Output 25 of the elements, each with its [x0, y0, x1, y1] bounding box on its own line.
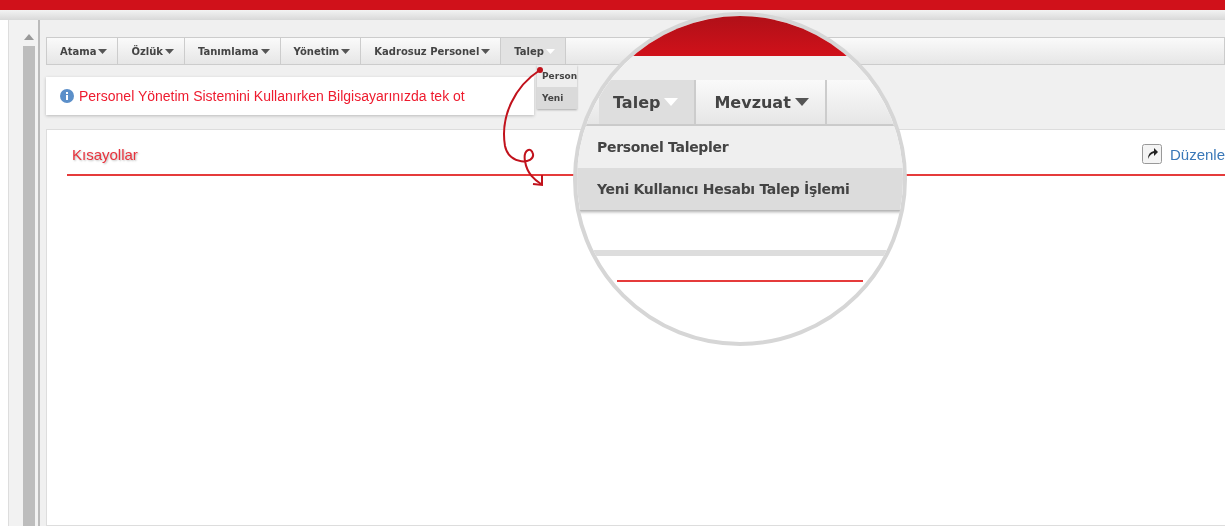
- caret-icon: [546, 48, 555, 54]
- menu-tab[interactable]: Özlük: [118, 38, 185, 64]
- info-icon: [60, 89, 74, 103]
- dropdown-item[interactable]: Yeni Kullanıcı Hesabı Talep İşlemi: [577, 168, 903, 210]
- caret-icon: [794, 98, 809, 106]
- dropdown-item[interactable]: Yeni: [537, 87, 577, 109]
- menu-tab[interactable]: Talep: [501, 38, 566, 64]
- panel-title: Kısayollar: [72, 145, 138, 163]
- menu-tab[interactable]: Yönetim: [280, 38, 362, 64]
- menu-tab[interactable]: Mevzuat: [696, 80, 827, 124]
- edit-link[interactable]: Düzenle: [1141, 144, 1225, 164]
- caret-icon: [481, 48, 491, 54]
- caret-icon: [341, 48, 351, 54]
- notice-text: Personel Yönetim Sistemini Kullanırken Bilgisayarınızda tek ot: [79, 88, 465, 104]
- menu-tab[interactable]: Atama: [47, 38, 119, 64]
- caret-icon: [164, 48, 174, 54]
- caret-icon: [98, 48, 108, 54]
- caret-icon: [664, 98, 679, 106]
- scrollbar-track[interactable]: [23, 46, 35, 526]
- scroll-up-icon[interactable]: [24, 34, 34, 40]
- menu-tab[interactable]: Talep: [599, 80, 697, 124]
- dropdown-item[interactable]: Personel Talepler: [577, 126, 903, 168]
- menu-tab[interactable]: Tanımlama: [184, 38, 281, 64]
- dropdown-item[interactable]: Person: [537, 65, 577, 87]
- caret-icon: [260, 48, 270, 54]
